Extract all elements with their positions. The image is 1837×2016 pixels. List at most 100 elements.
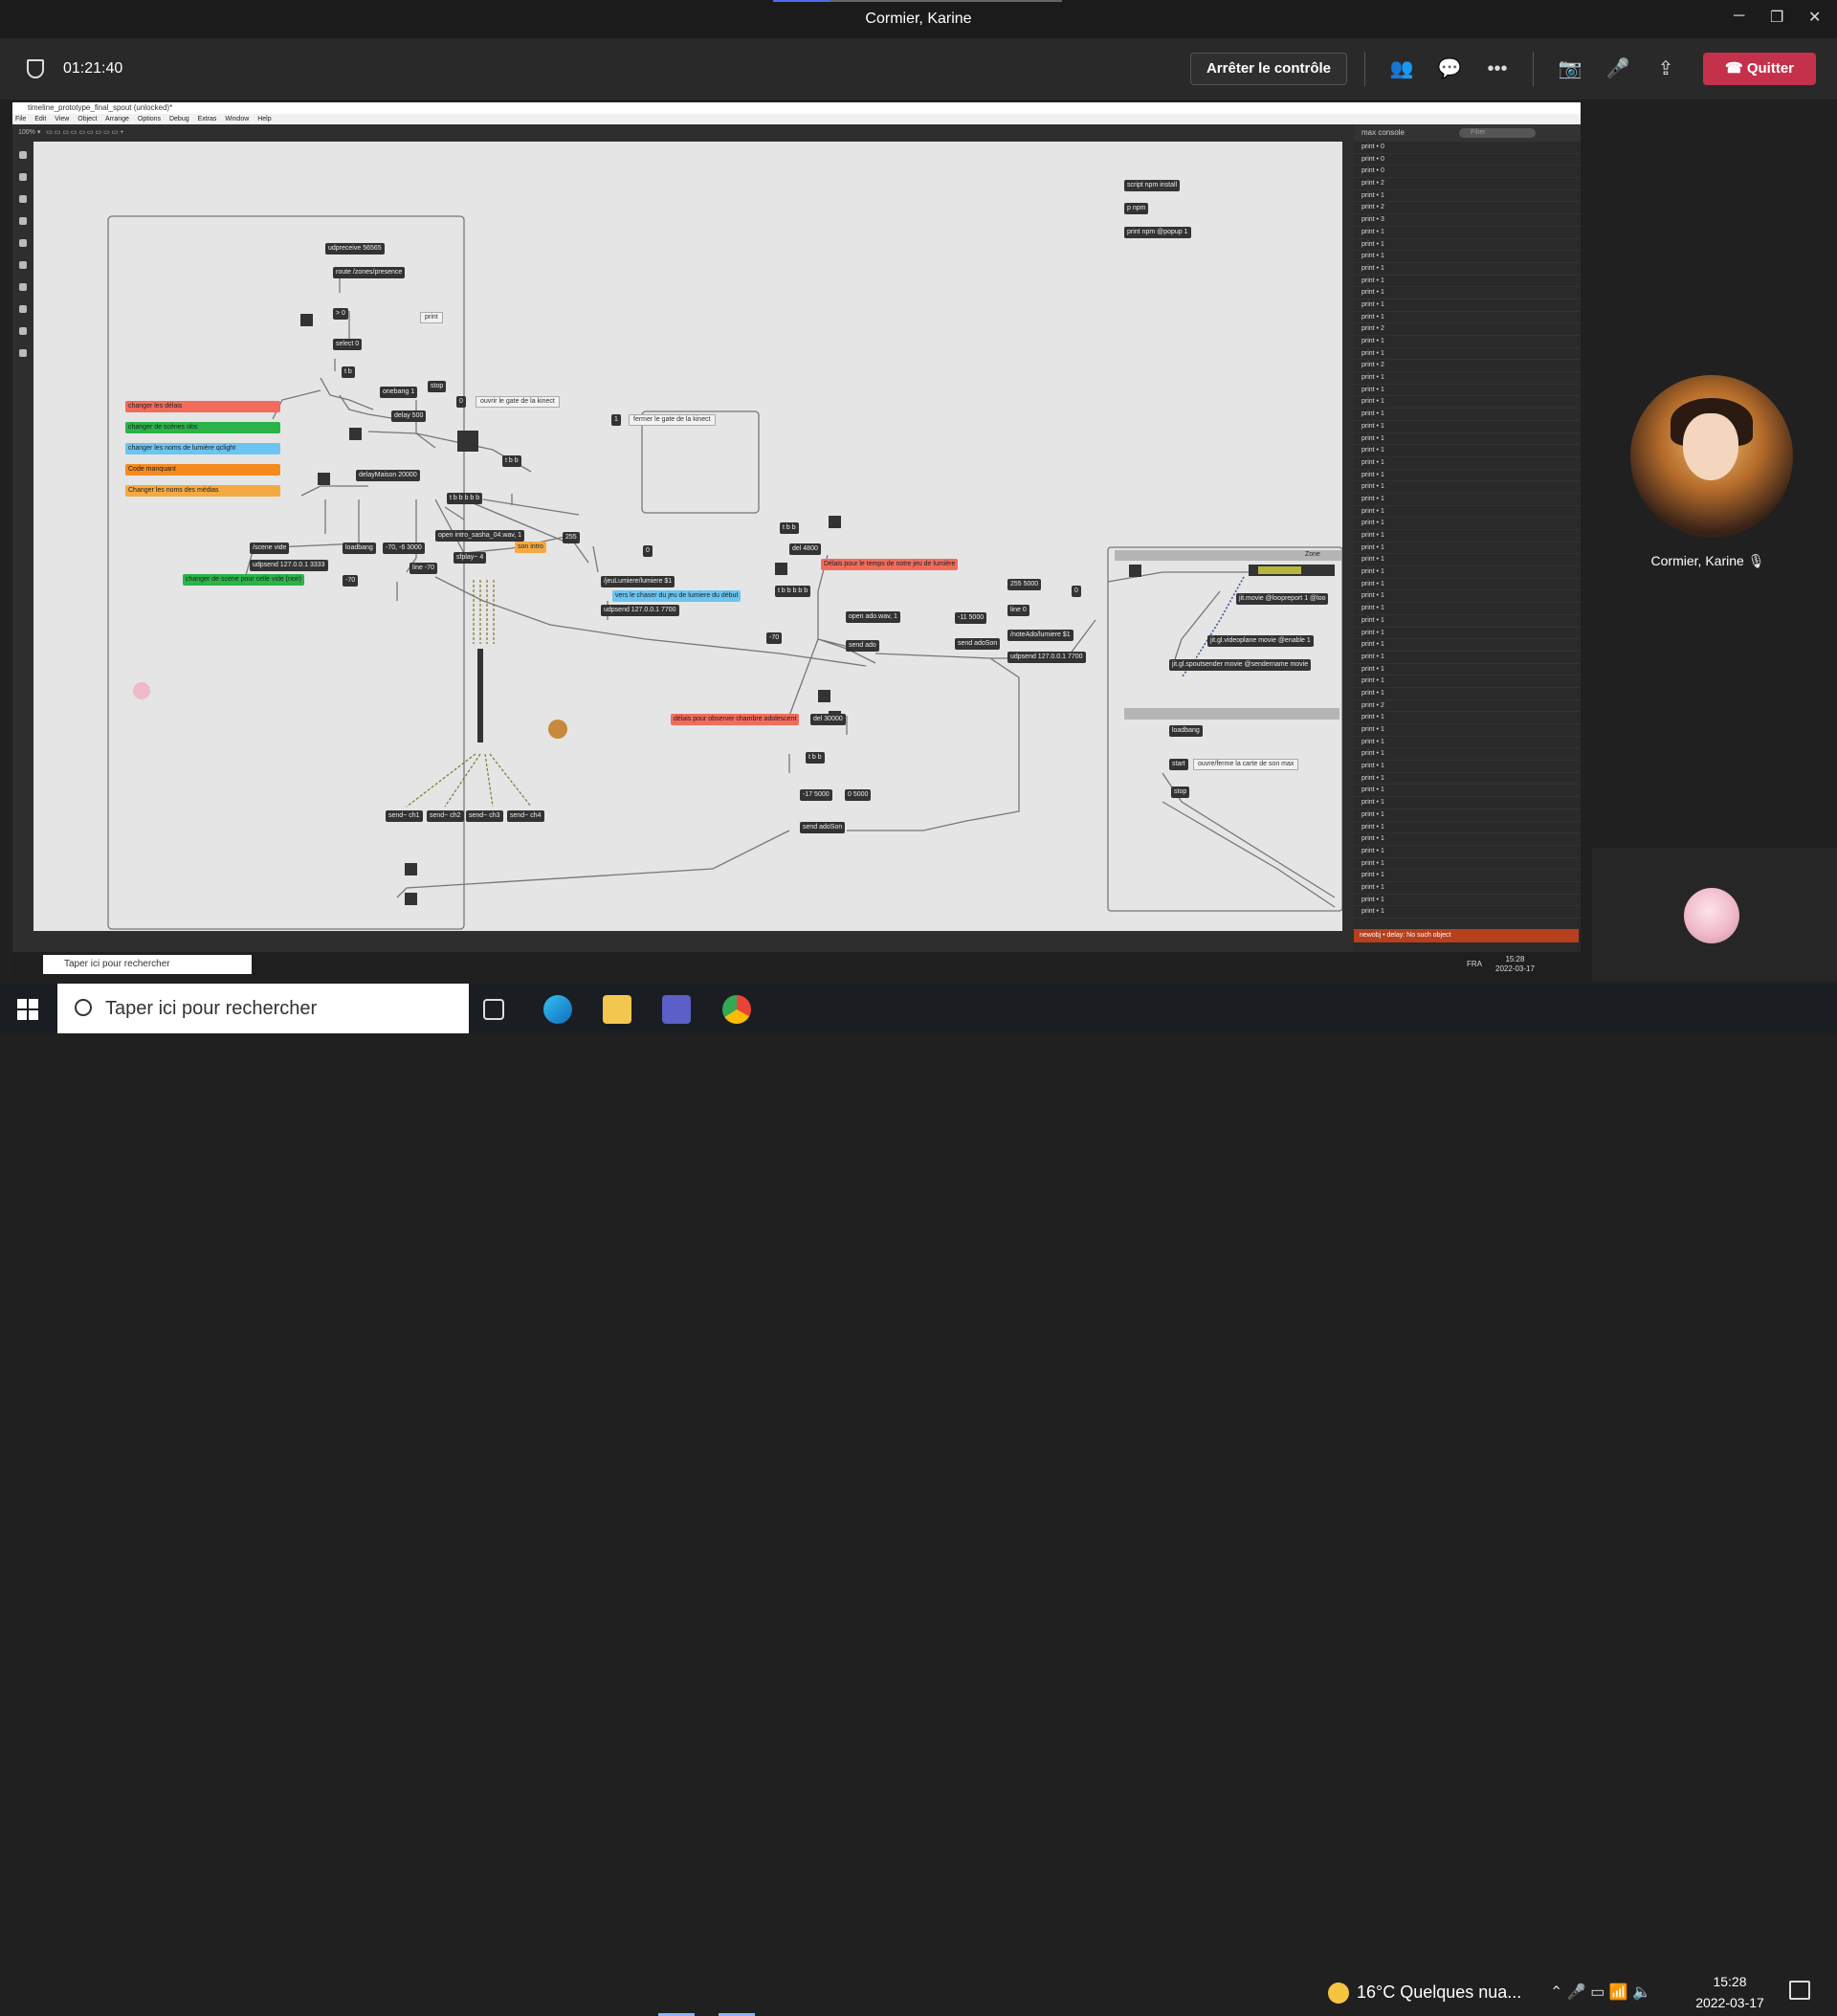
max-object[interactable]: loadbang [1169, 725, 1203, 737]
max-comment[interactable]: ouvre/ferme la carte de son max [1193, 759, 1299, 770]
max-message[interactable]: 0 [1072, 586, 1081, 597]
max-object[interactable]: /scene vide [250, 543, 290, 554]
max-comment[interactable]: son intro [515, 542, 546, 553]
max-object[interactable]: line -70 [409, 563, 437, 574]
legend-media-names[interactable]: Changer les noms des médias [125, 485, 280, 497]
menu-arrange[interactable]: Arrange [105, 116, 129, 122]
max-button[interactable] [457, 431, 478, 452]
menu-extras[interactable]: Extras [198, 116, 217, 122]
tool-icon[interactable] [19, 217, 27, 225]
max-object[interactable]: route /zones/presence [333, 267, 406, 278]
menu-options[interactable]: Options [138, 116, 161, 122]
max-button[interactable] [349, 428, 362, 440]
tool-icon[interactable] [19, 283, 27, 291]
max-message[interactable]: -11 5000 [955, 612, 987, 624]
menu-view[interactable]: View [55, 116, 69, 122]
max-message[interactable]: -70 [343, 575, 359, 587]
max-object[interactable]: p npm [1124, 203, 1149, 214]
tool-icon[interactable] [19, 261, 27, 269]
max-object[interactable]: send~ ch2 [427, 810, 464, 822]
max-message[interactable]: /jeuLumiere/lumiere $1 [601, 576, 675, 587]
max-object[interactable]: udpsend 127.0.0.1 3333 [250, 560, 328, 571]
leave-call-button[interactable]: ☎ Quitter [1703, 53, 1816, 85]
max-message[interactable]: open intro_sasha_04.wav, 1 [435, 530, 525, 542]
max-comment[interactable]: vers le chaser du jeu de lumiere du débu… [612, 590, 741, 602]
minimize-icon[interactable]: ─ [1734, 8, 1744, 25]
max-object[interactable]: print npm @popup 1 [1124, 227, 1191, 238]
taskbar-clock[interactable]: 15:28 2022-03-17 [1684, 1971, 1776, 2013]
chat-icon[interactable]: 💬 [1437, 57, 1462, 80]
console-filter-input[interactable]: Filter [1459, 128, 1536, 138]
max-button[interactable] [775, 563, 787, 575]
max-button[interactable] [405, 863, 417, 875]
menu-debug[interactable]: Debug [169, 116, 189, 122]
max-object[interactable]: t b b [502, 455, 521, 467]
max-object[interactable]: 0 [456, 396, 466, 408]
max-comment[interactable]: changer de scene pour celle vide (noir) [183, 574, 305, 586]
taskbar-search[interactable]: Taper ici pour rechercher [57, 984, 469, 1033]
max-object[interactable]: line 0 [1007, 605, 1029, 616]
max-object[interactable]: delay 500 [391, 410, 427, 422]
stop-control-button[interactable]: Arrêter le contrôle [1190, 53, 1347, 85]
maximize-icon[interactable]: ❐ [1770, 8, 1783, 27]
max-comment[interactable]: Délais pour le temps de notre jeu de lum… [821, 559, 959, 570]
max-message[interactable]: /noteAdo/lumiere $1 [1007, 630, 1073, 641]
chrome-icon[interactable] [722, 995, 751, 1024]
max-object[interactable]: t b b [780, 522, 799, 534]
max-object[interactable]: jit.gl.spoutsender movie @sendername mov… [1169, 659, 1312, 671]
max-object[interactable]: select 0 [333, 339, 363, 350]
max-comment[interactable]: ouvrir le gate de la kinect [476, 396, 560, 408]
menu-edit[interactable]: Edit [34, 116, 46, 122]
task-view-icon[interactable] [483, 999, 504, 1020]
max-object[interactable]: t b b b b b [447, 493, 483, 504]
max-object[interactable]: send~ ch3 [466, 810, 503, 822]
max-message[interactable]: stop [1171, 786, 1190, 798]
max-object[interactable]: > 0 [333, 308, 348, 320]
max-toggle[interactable] [300, 314, 313, 326]
legend-obs-scenes[interactable]: changer de scènes obs [125, 422, 280, 433]
max-object[interactable]: jit.gl.videoplane movie @enable 1 [1207, 635, 1314, 647]
max-object[interactable]: udpsend 127.0.0.1 7700 [601, 605, 679, 616]
max-button[interactable] [1129, 565, 1141, 577]
max-message[interactable]: 255 [563, 532, 580, 543]
menu-help[interactable]: Help [257, 116, 271, 122]
max-object[interactable]: send adoSon [955, 638, 1001, 650]
max-message[interactable]: -17 5000 [800, 789, 832, 801]
max-object[interactable]: jit.movie @loopreport 1 @loo [1236, 593, 1329, 605]
system-tray[interactable]: ⌃ 🎤 ▭ 📶 🔈 [1550, 1983, 1651, 2002]
max-object[interactable]: delayMaison 20000 [356, 470, 420, 481]
legend-delays[interactable]: changer les délais [125, 401, 280, 412]
max-object[interactable]: t b b [806, 752, 825, 764]
max-message[interactable]: script npm install [1124, 180, 1181, 191]
max-button[interactable] [405, 893, 417, 905]
max-comment[interactable]: délais pour observer chambre adolescent [671, 714, 800, 725]
max-message[interactable]: 0 5000 [845, 789, 872, 801]
max-message[interactable]: -70 [766, 632, 783, 644]
max-button[interactable] [318, 473, 330, 485]
max-comment[interactable]: fermer le gate de la kinect [629, 414, 716, 426]
menu-window[interactable]: Window [225, 116, 249, 122]
legend-light-names[interactable]: changer les noms de lumière qclight [125, 443, 280, 454]
edge-icon[interactable] [543, 995, 572, 1024]
max-message[interactable]: -70, -6 3000 [383, 543, 425, 554]
max-message[interactable]: start [1169, 759, 1188, 770]
max-object[interactable]: del 30000 [810, 714, 846, 725]
max-object[interactable]: t b b b b b [775, 586, 811, 597]
more-options-icon[interactable]: ••• [1485, 57, 1510, 80]
max-object[interactable]: udpreceive 56565 [325, 243, 385, 255]
max-message[interactable]: 255 5000 [1007, 579, 1042, 590]
max-button[interactable] [829, 516, 841, 528]
max-object[interactable]: send~ ch4 [507, 810, 544, 822]
notification-icon[interactable] [1789, 1981, 1810, 2000]
tool-icon[interactable] [19, 151, 27, 159]
menu-file[interactable]: File [15, 116, 26, 122]
max-object[interactable]: send ado [846, 640, 879, 652]
tool-icon[interactable] [19, 239, 27, 247]
tool-icon[interactable] [19, 195, 27, 203]
weather-widget[interactable]: 16°C Quelques nua... [1328, 1977, 1521, 2007]
max-object[interactable]: send adoSon [800, 822, 846, 833]
max-object[interactable]: sfplay~ 4 [454, 552, 487, 564]
windows-start-icon[interactable] [17, 999, 38, 1020]
remote-search[interactable]: Taper ici pour rechercher [43, 955, 252, 974]
participants-icon[interactable]: 👥 [1389, 57, 1414, 80]
